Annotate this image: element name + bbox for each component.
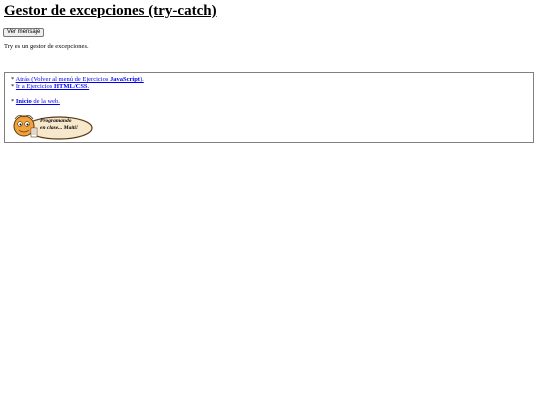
home-nav-line: * Inicio de la web. [11,98,60,106]
nav-box: * Atrás (Volver al menú de Ejercicios Ja… [4,72,534,143]
page: Gestor de excepciones (try-catch) Ver me… [0,0,540,405]
logo-text: Programando en clase... Maiti! [40,118,79,131]
html-css-link[interactable]: Ir a Ejercicios HTML/CSS. [16,83,89,90]
home-link[interactable]: Inicio de la web. [16,98,60,105]
page-title: Gestor de excepciones (try-catch) [4,3,217,19]
back-to-javascript-link[interactable]: Atrás (Volver al menú de Ejercicios Java… [16,76,144,83]
intro-text: Try es un gestor de excepciones. [4,43,89,50]
show-message-button[interactable]: Ver mensaje [3,28,45,37]
programando-en-clase-logo[interactable]: Programando en clase... Maiti! [9,113,93,141]
html-css-nav-line: * Ir a Ejercicios HTML/CSS. [11,83,89,91]
